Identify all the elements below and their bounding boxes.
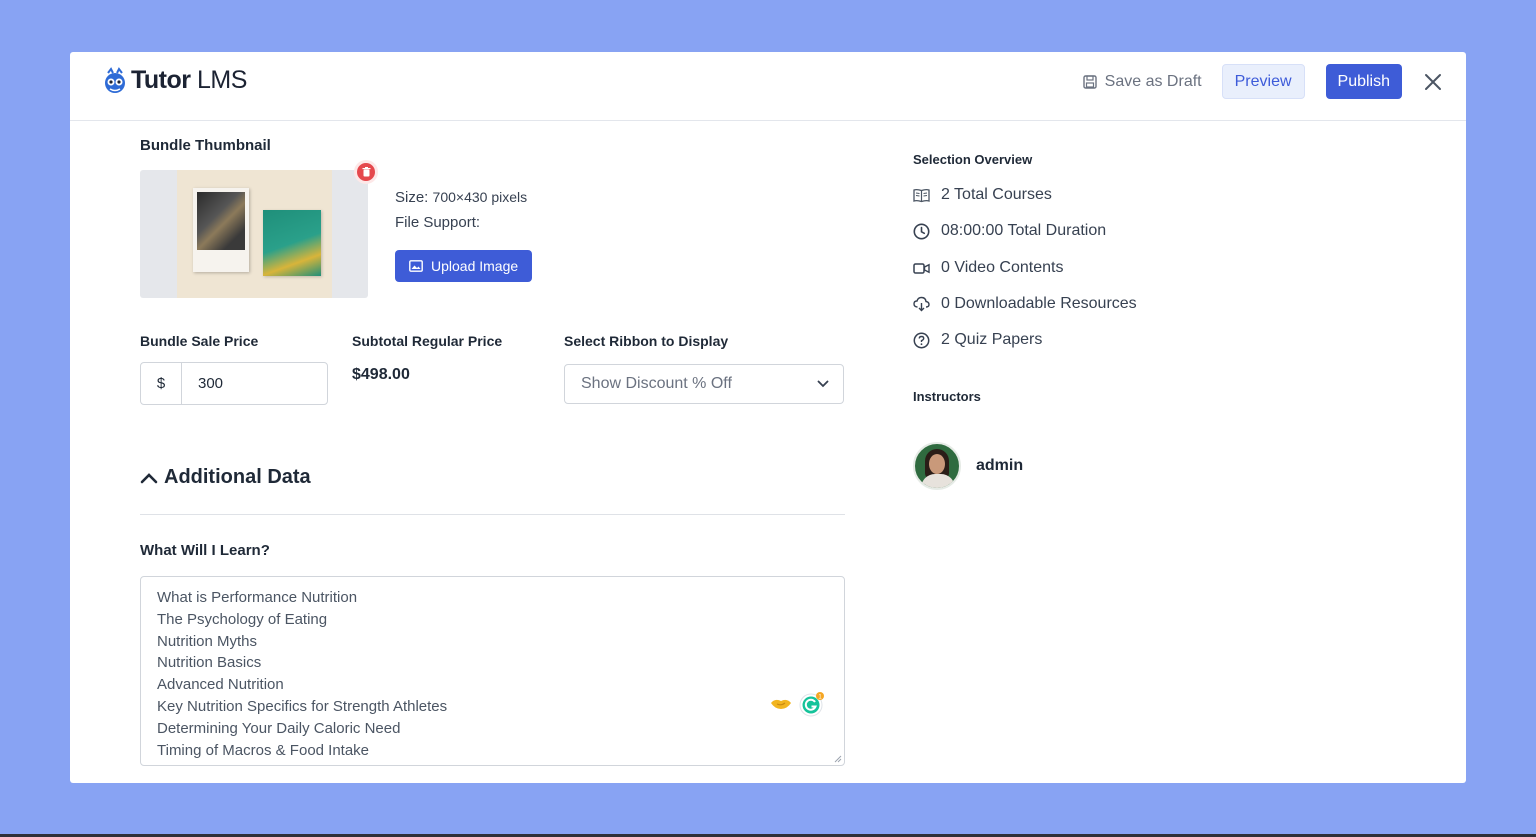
tutor-lms-logo: Tutor LMS bbox=[104, 66, 247, 95]
avatar bbox=[913, 442, 961, 490]
learn-item: Nutrition Basics bbox=[157, 654, 262, 672]
delete-thumbnail-button[interactable] bbox=[354, 160, 378, 184]
learn-item: Advanced Nutrition bbox=[157, 676, 284, 694]
instructors-title: Instructors bbox=[913, 389, 981, 404]
overview-total-duration: 08:00:00 Total Duration bbox=[913, 222, 1106, 240]
learn-item: Key Nutrition Specifics for Strength Ath… bbox=[157, 697, 448, 715]
instructor-name: admin bbox=[976, 457, 1024, 474]
question-circle-icon bbox=[913, 332, 930, 348]
subtotal-regular-price-label: Subtotal Regular Price bbox=[352, 333, 503, 349]
header-actions: Save as Draft Preview Publish bbox=[1082, 64, 1444, 99]
learn-item: Determining Your Daily Caloric Need bbox=[157, 719, 401, 737]
upload-image-button[interactable]: Upload Image bbox=[395, 250, 533, 282]
additional-data-toggle[interactable]: Additional Data bbox=[140, 466, 311, 489]
bundle-sale-price-label: Bundle Sale Price bbox=[140, 333, 259, 349]
thumbnail-size-info: Size: 700×430 pixels bbox=[395, 189, 528, 206]
instructor-item[interactable]: admin bbox=[913, 442, 1023, 490]
upload-image-label: Upload Image bbox=[431, 258, 519, 274]
thumbnail-artwork bbox=[177, 170, 332, 298]
what-will-i-learn-label: What Will I Learn? bbox=[140, 542, 270, 559]
subtotal-regular-price-value: $498.00 bbox=[352, 366, 410, 383]
publish-button[interactable]: Publish bbox=[1325, 64, 1402, 99]
chevron-down-icon bbox=[817, 380, 829, 388]
book-icon bbox=[913, 188, 930, 202]
select-ribbon-label: Select Ribbon to Display bbox=[564, 333, 729, 349]
clock-icon bbox=[913, 223, 930, 239]
bundle-thumbnail-image[interactable] bbox=[140, 170, 368, 298]
overview-quiz-papers: 2 Quiz Papers bbox=[913, 331, 1042, 349]
thumbnail-photo-card bbox=[193, 188, 249, 272]
ribbon-select[interactable]: Show Discount % Off bbox=[564, 364, 844, 404]
thumbnail-photo-card bbox=[263, 210, 321, 276]
cloud-download-icon bbox=[913, 296, 930, 312]
preview-button[interactable]: Preview bbox=[1221, 64, 1305, 99]
sale-price-value[interactable]: 300 bbox=[182, 363, 223, 404]
currency-prefix: $ bbox=[141, 363, 182, 404]
logo-text: Tutor LMS bbox=[131, 66, 247, 94]
bundle-editor-modal: Tutor LMS Save as Draft Preview Publish … bbox=[70, 52, 1466, 783]
bundle-sale-price-input[interactable]: $ 300 bbox=[140, 362, 328, 405]
save-as-draft-button[interactable]: Save as Draft bbox=[1082, 72, 1202, 91]
trash-icon bbox=[362, 167, 370, 177]
learn-item: Timing of Macros & Food Intake bbox=[157, 741, 370, 759]
bundle-thumbnail-label: Bundle Thumbnail bbox=[140, 137, 271, 154]
additional-data-title: Additional Data bbox=[164, 466, 311, 488]
close-icon[interactable] bbox=[1422, 71, 1444, 93]
overview-video-contents: 0 Video Contents bbox=[913, 259, 1063, 277]
overview-total-courses: 2 Total Courses bbox=[913, 186, 1052, 204]
what-will-i-learn-textarea[interactable]: What is Performance Nutrition The Psycho… bbox=[140, 576, 845, 766]
ribbon-selected-value: Show Discount % Off bbox=[581, 375, 732, 392]
handshake-icon[interactable] bbox=[770, 697, 792, 711]
thumbnail-file-support: File Support: bbox=[395, 214, 481, 231]
learn-item: Nutrition Myths bbox=[157, 632, 258, 650]
image-icon bbox=[409, 260, 423, 272]
tutor-owl-icon bbox=[105, 66, 125, 93]
extension-icons: 1 bbox=[770, 690, 826, 718]
modal-header: Tutor LMS Save as Draft Preview Publish bbox=[70, 52, 1466, 121]
selection-overview-title: Selection Overview bbox=[913, 152, 1033, 167]
grammarly-icon[interactable]: 1 bbox=[798, 690, 826, 718]
overview-downloadable-resources: 0 Downloadable Resources bbox=[913, 295, 1137, 313]
section-divider bbox=[140, 514, 845, 515]
resize-handle-icon[interactable] bbox=[832, 753, 842, 763]
video-icon bbox=[913, 262, 930, 274]
chevron-up-icon bbox=[140, 472, 158, 483]
save-as-draft-label: Save as Draft bbox=[1104, 72, 1202, 90]
learn-item: The Psychology of Eating bbox=[157, 610, 328, 628]
learn-item: What is Performance Nutrition bbox=[157, 589, 358, 606]
save-icon bbox=[1082, 74, 1097, 89]
